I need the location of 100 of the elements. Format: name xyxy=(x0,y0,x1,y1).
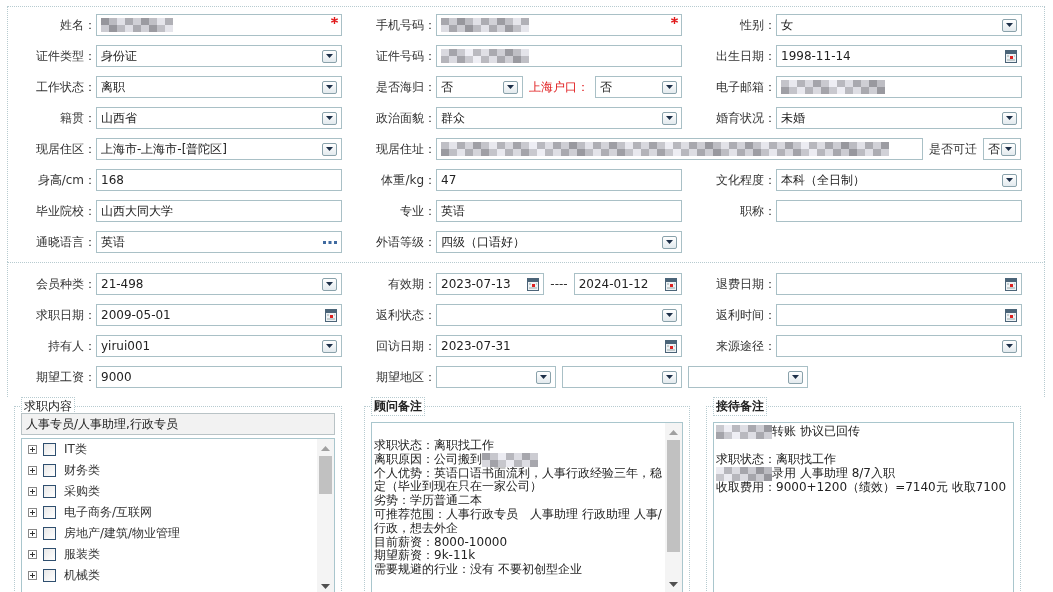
date-field[interactable]: 2023-07-13 xyxy=(436,273,545,295)
calendar-icon[interactable] xyxy=(1005,308,1017,322)
scroll-down-icon[interactable] xyxy=(321,584,330,589)
select-field[interactable]: 21-498 xyxy=(96,273,342,295)
dropdown-button[interactable] xyxy=(1002,18,1017,32)
select-field[interactable]: 上海市-上海市-[普陀区] xyxy=(96,138,342,160)
caret-icon[interactable] xyxy=(326,116,333,120)
checkbox[interactable] xyxy=(43,569,56,582)
tree-item[interactable]: 电子商务/互联网 xyxy=(64,504,153,521)
dropdown-button[interactable] xyxy=(503,80,518,94)
date-field[interactable]: 2009-05-01 xyxy=(96,304,342,326)
text-field[interactable] xyxy=(776,76,1022,98)
calendar-icon[interactable] xyxy=(665,339,677,353)
select-field[interactable]: 否 xyxy=(595,76,682,98)
scroll-down-icon[interactable] xyxy=(669,582,678,587)
scrollbar[interactable] xyxy=(317,439,334,592)
dropdown-button[interactable] xyxy=(788,370,803,384)
expand-icon[interactable] xyxy=(28,529,37,538)
expand-icon[interactable] xyxy=(28,550,37,559)
caret-icon[interactable] xyxy=(666,116,673,120)
calendar-icon[interactable] xyxy=(1005,277,1017,291)
dropdown-button[interactable] xyxy=(322,80,337,94)
dropdown-button[interactable] xyxy=(1002,339,1017,353)
summary-field[interactable]: 人事专员/人事助理,行政专员 xyxy=(21,413,335,435)
caret-icon[interactable] xyxy=(1006,116,1013,120)
caret-icon[interactable] xyxy=(326,344,333,348)
select-field[interactable]: 离职 xyxy=(96,76,342,98)
caret-icon[interactable] xyxy=(540,375,547,379)
dropdown-button[interactable] xyxy=(662,235,677,249)
text-field[interactable] xyxy=(436,45,682,67)
dropdown-button[interactable] xyxy=(662,308,677,322)
caret-icon[interactable] xyxy=(666,85,673,89)
select-field[interactable]: 本科（全日制） xyxy=(776,169,1022,191)
date-field[interactable] xyxy=(776,304,1022,326)
notes-textarea[interactable]: 转账 协议已回传 求职状态：离职找工作 录用 人事助理 8/7入职 收取费用：9000+1200（绩效）=7140元 收取7100 xyxy=(713,422,1014,592)
caret-icon[interactable] xyxy=(1005,147,1012,151)
select-field[interactable]: 身份证 xyxy=(96,45,342,67)
select-field[interactable] xyxy=(688,366,808,388)
text-field[interactable]: 168 xyxy=(96,169,342,191)
expand-icon[interactable] xyxy=(28,571,37,580)
text-field[interactable] xyxy=(776,200,1022,222)
checkbox[interactable] xyxy=(43,506,56,519)
dropdown-button[interactable] xyxy=(322,111,337,125)
select-field[interactable]: 女 xyxy=(776,14,1022,36)
caret-icon[interactable] xyxy=(326,54,333,58)
select-field[interactable]: 山西省 xyxy=(96,107,342,129)
tree-item[interactable]: 房地产/建筑/物业管理 xyxy=(64,525,181,542)
caret-icon[interactable] xyxy=(792,375,799,379)
dropdown-button[interactable] xyxy=(322,49,337,63)
dropdown-button[interactable] xyxy=(1002,173,1017,187)
more-icon[interactable] xyxy=(323,240,337,244)
checkbox[interactable] xyxy=(43,527,56,540)
caret-icon[interactable] xyxy=(666,375,673,379)
dropdown-button[interactable] xyxy=(322,142,337,156)
expand-icon[interactable] xyxy=(28,508,37,517)
caret-icon[interactable] xyxy=(1006,344,1013,348)
calendar-icon[interactable] xyxy=(325,308,337,322)
caret-icon[interactable] xyxy=(1006,23,1013,27)
dropdown-button[interactable] xyxy=(322,339,337,353)
calendar-icon[interactable] xyxy=(527,277,540,291)
checkbox[interactable] xyxy=(43,485,56,498)
tree-item[interactable]: 机械类 xyxy=(64,567,100,584)
tree-item[interactable]: 财务类 xyxy=(64,462,100,479)
scrollbar-thumb[interactable] xyxy=(319,456,332,494)
checkbox[interactable] xyxy=(43,548,56,561)
caret-icon[interactable] xyxy=(326,147,333,151)
caret-icon[interactable] xyxy=(326,282,333,286)
select-field[interactable]: 群众 xyxy=(436,107,682,129)
text-field[interactable]: 英语 xyxy=(436,200,682,222)
select-field[interactable] xyxy=(562,366,682,388)
dropdown-button[interactable] xyxy=(322,277,337,291)
select-field[interactable] xyxy=(776,335,1022,357)
text-field[interactable] xyxy=(96,14,342,36)
calendar-icon[interactable] xyxy=(1005,49,1017,63)
caret-icon[interactable] xyxy=(1006,178,1013,182)
tree-item[interactable]: IT类 xyxy=(64,441,87,458)
text-field[interactable]: 47 xyxy=(436,169,682,191)
dropdown-button[interactable] xyxy=(662,370,677,384)
checkbox[interactable] xyxy=(43,464,56,477)
text-field[interactable] xyxy=(436,14,682,36)
dropdown-button[interactable] xyxy=(662,111,677,125)
caret-icon[interactable] xyxy=(507,85,514,89)
text-field[interactable] xyxy=(436,138,923,160)
dropdown-button[interactable] xyxy=(662,80,677,94)
text-field[interactable]: 9000 xyxy=(96,366,342,388)
lookup-field[interactable]: 英语 xyxy=(96,231,342,253)
caret-icon[interactable] xyxy=(666,240,673,244)
text-field[interactable]: 山西大同大学 xyxy=(96,200,342,222)
select-field[interactable]: 四级（口语好） xyxy=(436,231,682,253)
dropdown-button[interactable] xyxy=(536,370,551,384)
select-field[interactable]: 否 xyxy=(436,76,523,98)
calendar-icon[interactable] xyxy=(665,277,677,291)
expand-icon[interactable] xyxy=(28,466,37,475)
tree-item[interactable]: 采购类 xyxy=(64,483,100,500)
select-field[interactable] xyxy=(436,304,682,326)
scrollbar-thumb[interactable] xyxy=(667,440,680,552)
caret-icon[interactable] xyxy=(326,85,333,89)
date-field[interactable]: 1998-11-14 xyxy=(776,45,1022,67)
select-field[interactable]: yirui001 xyxy=(96,335,342,357)
select-field[interactable] xyxy=(436,366,556,388)
